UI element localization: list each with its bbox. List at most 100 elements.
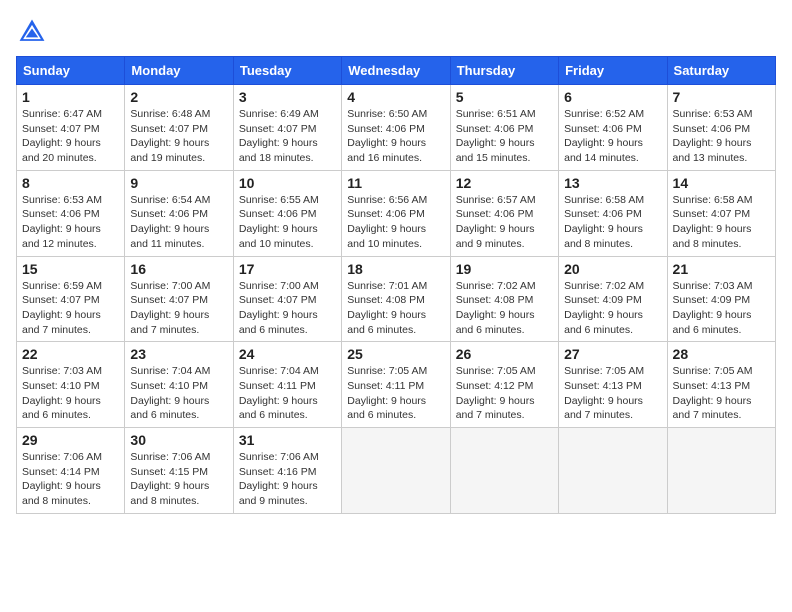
day-number: 29 <box>22 432 119 448</box>
day-info: Sunrise: 6:56 AMSunset: 4:06 PMDaylight:… <box>347 193 444 252</box>
day-number: 22 <box>22 346 119 362</box>
calendar-cell: 21 Sunrise: 7:03 AMSunset: 4:09 PMDayligh… <box>667 256 775 342</box>
calendar-cell: 15 Sunrise: 6:59 AMSunset: 4:07 PMDayligh… <box>17 256 125 342</box>
weekday-header-wednesday: Wednesday <box>342 57 450 85</box>
day-info: Sunrise: 7:05 AMSunset: 4:12 PMDaylight:… <box>456 364 553 423</box>
day-number: 25 <box>347 346 444 362</box>
calendar-table: SundayMondayTuesdayWednesdayThursdayFrid… <box>16 56 776 514</box>
calendar-cell: 10 Sunrise: 6:55 AMSunset: 4:06 PMDayligh… <box>233 170 341 256</box>
day-number: 20 <box>564 261 661 277</box>
day-info: Sunrise: 6:58 AMSunset: 4:06 PMDaylight:… <box>564 193 661 252</box>
calendar-cell: 24 Sunrise: 7:04 AMSunset: 4:11 PMDayligh… <box>233 342 341 428</box>
calendar-cell: 11Sunrise: 6:56 AMSunset: 4:06 PMDayligh… <box>342 170 450 256</box>
day-number: 27 <box>564 346 661 362</box>
day-number: 21 <box>673 261 770 277</box>
day-info: Sunrise: 7:03 AMSunset: 4:09 PMDaylight:… <box>673 279 770 338</box>
day-number: 15 <box>22 261 119 277</box>
calendar-cell: 5 Sunrise: 6:51 AMSunset: 4:06 PMDaylight… <box>450 85 558 171</box>
day-info: Sunrise: 7:04 AMSunset: 4:11 PMDaylight:… <box>239 364 336 423</box>
day-number: 30 <box>130 432 227 448</box>
calendar-cell: 28 Sunrise: 7:05 AMSunset: 4:13 PMDayligh… <box>667 342 775 428</box>
day-number: 18 <box>347 261 444 277</box>
day-info: Sunrise: 6:57 AMSunset: 4:06 PMDaylight:… <box>456 193 553 252</box>
calendar-week-4: 22 Sunrise: 7:03 AMSunset: 4:10 PMDayligh… <box>17 342 776 428</box>
day-info: Sunrise: 7:02 AMSunset: 4:08 PMDaylight:… <box>456 279 553 338</box>
day-number: 4 <box>347 89 444 105</box>
calendar-cell: 17 Sunrise: 7:00 AMSunset: 4:07 PMDayligh… <box>233 256 341 342</box>
day-info: Sunrise: 7:06 AMSunset: 4:14 PMDaylight:… <box>22 450 119 509</box>
day-number: 6 <box>564 89 661 105</box>
day-number: 16 <box>130 261 227 277</box>
calendar-cell: 2 Sunrise: 6:48 AMSunset: 4:07 PMDaylight… <box>125 85 233 171</box>
weekday-header-friday: Friday <box>559 57 667 85</box>
calendar-cell: 3 Sunrise: 6:49 AMSunset: 4:07 PMDaylight… <box>233 85 341 171</box>
calendar-cell: 26 Sunrise: 7:05 AMSunset: 4:12 PMDayligh… <box>450 342 558 428</box>
calendar-cell: 9Sunrise: 6:54 AMSunset: 4:06 PMDaylight… <box>125 170 233 256</box>
day-info: Sunrise: 7:04 AMSunset: 4:10 PMDaylight:… <box>130 364 227 423</box>
day-info: Sunrise: 7:05 AMSunset: 4:13 PMDaylight:… <box>673 364 770 423</box>
calendar-week-1: 1 Sunrise: 6:47 AMSunset: 4:07 PMDaylight… <box>17 85 776 171</box>
calendar-cell: 23 Sunrise: 7:04 AMSunset: 4:10 PMDayligh… <box>125 342 233 428</box>
day-info: Sunrise: 6:51 AMSunset: 4:06 PMDaylight:… <box>456 107 553 166</box>
calendar-cell: 27 Sunrise: 7:05 AMSunset: 4:13 PMDayligh… <box>559 342 667 428</box>
day-info: Sunrise: 6:49 AMSunset: 4:07 PMDaylight:… <box>239 107 336 166</box>
day-info: Sunrise: 6:47 AMSunset: 4:07 PMDaylight:… <box>22 107 119 166</box>
day-number: 10 <box>239 175 336 191</box>
day-info: Sunrise: 6:55 AMSunset: 4:06 PMDaylight:… <box>239 193 336 252</box>
calendar-cell <box>667 428 775 514</box>
calendar-cell: 25 Sunrise: 7:05 AMSunset: 4:11 PMDayligh… <box>342 342 450 428</box>
calendar-cell: 31 Sunrise: 7:06 AMSunset: 4:16 PMDayligh… <box>233 428 341 514</box>
calendar-cell: 22 Sunrise: 7:03 AMSunset: 4:10 PMDayligh… <box>17 342 125 428</box>
day-info: Sunrise: 6:53 AMSunset: 4:06 PMDaylight:… <box>673 107 770 166</box>
day-number: 24 <box>239 346 336 362</box>
calendar-week-5: 29 Sunrise: 7:06 AMSunset: 4:14 PMDayligh… <box>17 428 776 514</box>
calendar-cell: 6 Sunrise: 6:52 AMSunset: 4:06 PMDaylight… <box>559 85 667 171</box>
calendar-cell: 4 Sunrise: 6:50 AMSunset: 4:06 PMDaylight… <box>342 85 450 171</box>
calendar-cell: 14Sunrise: 6:58 AMSunset: 4:07 PMDayligh… <box>667 170 775 256</box>
weekday-header-monday: Monday <box>125 57 233 85</box>
day-info: Sunrise: 7:05 AMSunset: 4:13 PMDaylight:… <box>564 364 661 423</box>
day-number: 13 <box>564 175 661 191</box>
day-number: 2 <box>130 89 227 105</box>
day-number: 5 <box>456 89 553 105</box>
calendar-cell: 29 Sunrise: 7:06 AMSunset: 4:14 PMDayligh… <box>17 428 125 514</box>
day-info: Sunrise: 7:01 AMSunset: 4:08 PMDaylight:… <box>347 279 444 338</box>
day-number: 3 <box>239 89 336 105</box>
day-info: Sunrise: 7:00 AMSunset: 4:07 PMDaylight:… <box>239 279 336 338</box>
day-number: 26 <box>456 346 553 362</box>
calendar-cell: 18 Sunrise: 7:01 AMSunset: 4:08 PMDayligh… <box>342 256 450 342</box>
calendar-cell: 7 Sunrise: 6:53 AMSunset: 4:06 PMDaylight… <box>667 85 775 171</box>
day-number: 28 <box>673 346 770 362</box>
day-number: 31 <box>239 432 336 448</box>
day-info: Sunrise: 6:52 AMSunset: 4:06 PMDaylight:… <box>564 107 661 166</box>
calendar-cell: 13 Sunrise: 6:58 AMSunset: 4:06 PMDayligh… <box>559 170 667 256</box>
calendar-cell: 19Sunrise: 7:02 AMSunset: 4:08 PMDayligh… <box>450 256 558 342</box>
calendar-week-3: 15 Sunrise: 6:59 AMSunset: 4:07 PMDayligh… <box>17 256 776 342</box>
logo-icon <box>16 16 48 48</box>
day-info: Sunrise: 7:06 AMSunset: 4:16 PMDaylight:… <box>239 450 336 509</box>
weekday-header-thursday: Thursday <box>450 57 558 85</box>
calendar-cell: 12Sunrise: 6:57 AMSunset: 4:06 PMDayligh… <box>450 170 558 256</box>
day-info: Sunrise: 7:06 AMSunset: 4:15 PMDaylight:… <box>130 450 227 509</box>
logo <box>16 16 52 48</box>
day-info: Sunrise: 6:50 AMSunset: 4:06 PMDaylight:… <box>347 107 444 166</box>
calendar-cell <box>342 428 450 514</box>
day-info: Sunrise: 6:53 AMSunset: 4:06 PMDaylight:… <box>22 193 119 252</box>
day-number: 17 <box>239 261 336 277</box>
day-number: 1 <box>22 89 119 105</box>
header <box>16 16 776 48</box>
day-info: Sunrise: 6:59 AMSunset: 4:07 PMDaylight:… <box>22 279 119 338</box>
weekday-header-sunday: Sunday <box>17 57 125 85</box>
day-number: 8 <box>22 175 119 191</box>
calendar-cell: 1 Sunrise: 6:47 AMSunset: 4:07 PMDaylight… <box>17 85 125 171</box>
day-info: Sunrise: 7:03 AMSunset: 4:10 PMDaylight:… <box>22 364 119 423</box>
day-info: Sunrise: 7:05 AMSunset: 4:11 PMDaylight:… <box>347 364 444 423</box>
day-info: Sunrise: 6:48 AMSunset: 4:07 PMDaylight:… <box>130 107 227 166</box>
calendar-cell <box>450 428 558 514</box>
weekday-header-tuesday: Tuesday <box>233 57 341 85</box>
calendar-cell <box>559 428 667 514</box>
day-info: Sunrise: 7:02 AMSunset: 4:09 PMDaylight:… <box>564 279 661 338</box>
day-number: 23 <box>130 346 227 362</box>
day-number: 7 <box>673 89 770 105</box>
day-number: 9 <box>130 175 227 191</box>
